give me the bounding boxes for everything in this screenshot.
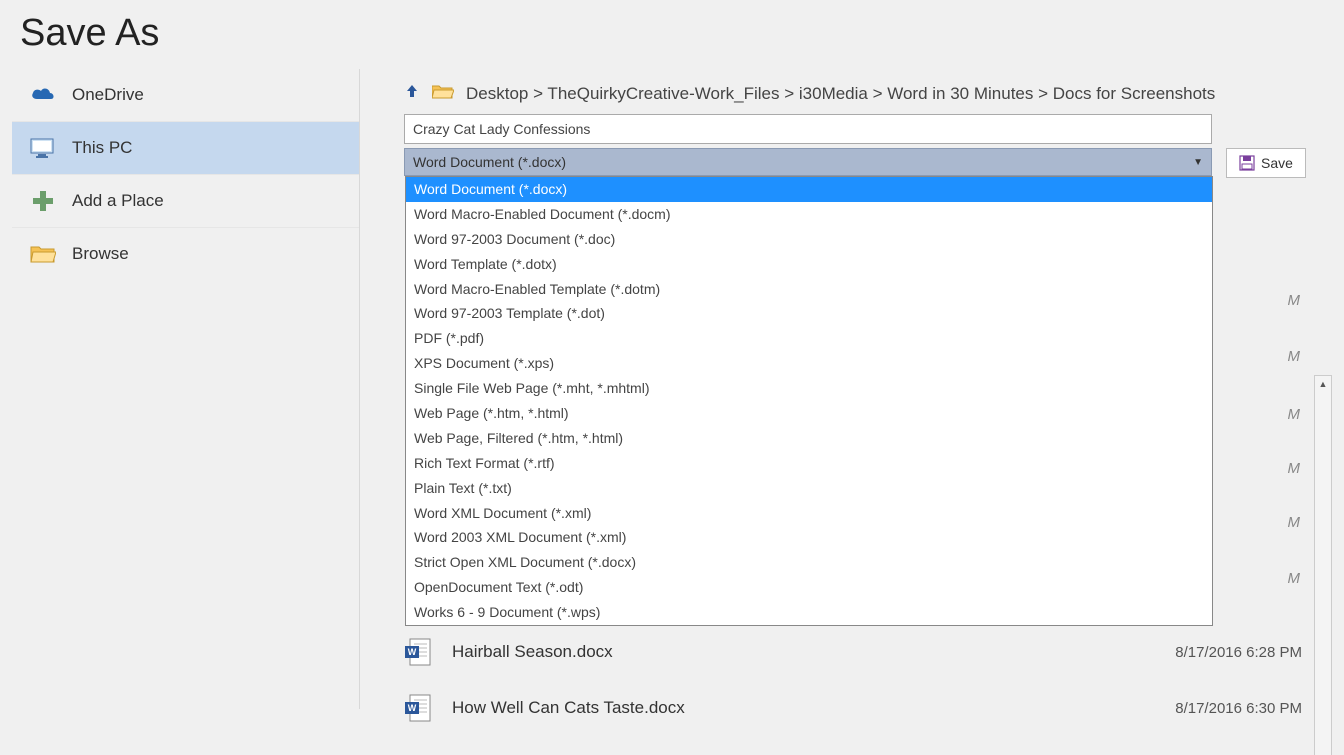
save-icon <box>1239 155 1255 171</box>
up-arrow-icon[interactable] <box>404 83 420 104</box>
page-title: Save As <box>0 0 1344 59</box>
file-row[interactable]: W Hairball Season.docx 8/17/2016 6:28 PM <box>404 624 1312 680</box>
file-type-option[interactable]: OpenDocument Text (*.odt) <box>406 575 1212 600</box>
svg-text:W: W <box>408 647 417 657</box>
file-type-option[interactable]: Web Page, Filtered (*.htm, *.html) <box>406 426 1212 451</box>
chevron-down-icon: ▼ <box>1193 157 1203 168</box>
file-date-obscured: M <box>1288 348 1301 365</box>
file-row[interactable]: W How Well Can Cats Taste.docx 8/17/2016 6… <box>404 680 1312 736</box>
file-type-option[interactable]: Word 2003 XML Document (*.xml) <box>406 525 1212 550</box>
svg-text:W: W <box>408 703 417 713</box>
sidebar-item-label: Add a Place <box>72 191 164 211</box>
file-type-option[interactable]: PDF (*.pdf) <box>406 326 1212 351</box>
file-date-obscured: M <box>1288 460 1301 477</box>
save-button-label: Save <box>1261 155 1293 171</box>
file-name: How Well Can Cats Taste.docx <box>452 698 1104 718</box>
scrollbar[interactable]: ▲ ▼ <box>1314 375 1332 755</box>
file-type-option[interactable]: Web Page (*.htm, *.html) <box>406 401 1212 426</box>
main-panel: Desktop > TheQuirkyCreative-Work_Files >… <box>360 69 1344 709</box>
file-type-selected-label: Word Document (*.docx) <box>413 154 566 170</box>
file-type-option[interactable]: Rich Text Format (*.rtf) <box>406 451 1212 476</box>
add-place-icon <box>28 187 58 215</box>
file-type-select[interactable]: Word Document (*.docx) ▼ Word Document (… <box>404 148 1212 176</box>
onedrive-icon <box>28 81 58 109</box>
file-type-option[interactable]: XPS Document (*.xps) <box>406 351 1212 376</box>
sidebar-item-label: Browse <box>72 244 129 264</box>
sidebar-item-onedrive[interactable]: OneDrive <box>12 69 359 122</box>
file-type-option[interactable]: Word 97-2003 Document (*.doc) <box>406 227 1212 252</box>
breadcrumb-path[interactable]: Desktop > TheQuirkyCreative-Work_Files >… <box>466 84 1215 104</box>
file-type-option[interactable]: Word 97-2003 Template (*.dot) <box>406 301 1212 326</box>
save-locations-sidebar: OneDrive This PC Add a Place Browse <box>0 69 360 709</box>
sidebar-item-this-pc[interactable]: This PC <box>12 122 359 175</box>
file-name: Hairball Season.docx <box>452 642 1104 662</box>
file-list: W Hairball Season.docx 8/17/2016 6:28 PM W H… <box>404 624 1312 736</box>
filename-input[interactable] <box>404 114 1212 144</box>
file-type-option[interactable]: Strict Open XML Document (*.docx) <box>406 550 1212 575</box>
file-date-obscured: M <box>1288 406 1301 423</box>
file-date-obscured: M <box>1288 292 1301 309</box>
file-date-obscured: M <box>1288 570 1301 587</box>
file-type-option[interactable]: Plain Text (*.txt) <box>406 476 1212 501</box>
this-pc-icon <box>28 134 58 162</box>
sidebar-item-label: OneDrive <box>72 85 144 105</box>
breadcrumb: Desktop > TheQuirkyCreative-Work_Files >… <box>404 79 1332 114</box>
save-button[interactable]: Save <box>1226 148 1306 178</box>
word-document-icon: W <box>404 637 434 667</box>
file-type-dropdown: Word Document (*.docx)Word Macro-Enabled… <box>405 176 1213 626</box>
file-type-option[interactable]: Word XML Document (*.xml) <box>406 501 1212 526</box>
sidebar-item-add-a-place[interactable]: Add a Place <box>12 175 359 228</box>
scroll-up-arrow-icon[interactable]: ▲ <box>1315 376 1331 392</box>
browse-folder-icon <box>28 240 58 268</box>
file-type-option[interactable]: Word Document (*.docx) <box>406 177 1212 202</box>
open-folder-icon[interactable] <box>432 83 454 104</box>
file-type-option[interactable]: Word Template (*.dotx) <box>406 252 1212 277</box>
sidebar-item-label: This PC <box>72 138 132 158</box>
file-type-option[interactable]: Word Macro-Enabled Template (*.dotm) <box>406 277 1212 302</box>
word-document-icon: W <box>404 693 434 723</box>
file-type-option[interactable]: Word Macro-Enabled Document (*.docm) <box>406 202 1212 227</box>
file-modified-date: 8/17/2016 6:30 PM <box>1122 700 1302 717</box>
file-modified-date: 8/17/2016 6:28 PM <box>1122 644 1302 661</box>
file-type-option[interactable]: Works 6 - 9 Document (*.wps) <box>406 600 1212 625</box>
file-type-option[interactable]: Single File Web Page (*.mht, *.mhtml) <box>406 376 1212 401</box>
sidebar-item-browse[interactable]: Browse <box>12 228 359 280</box>
file-date-obscured: M <box>1288 514 1301 531</box>
